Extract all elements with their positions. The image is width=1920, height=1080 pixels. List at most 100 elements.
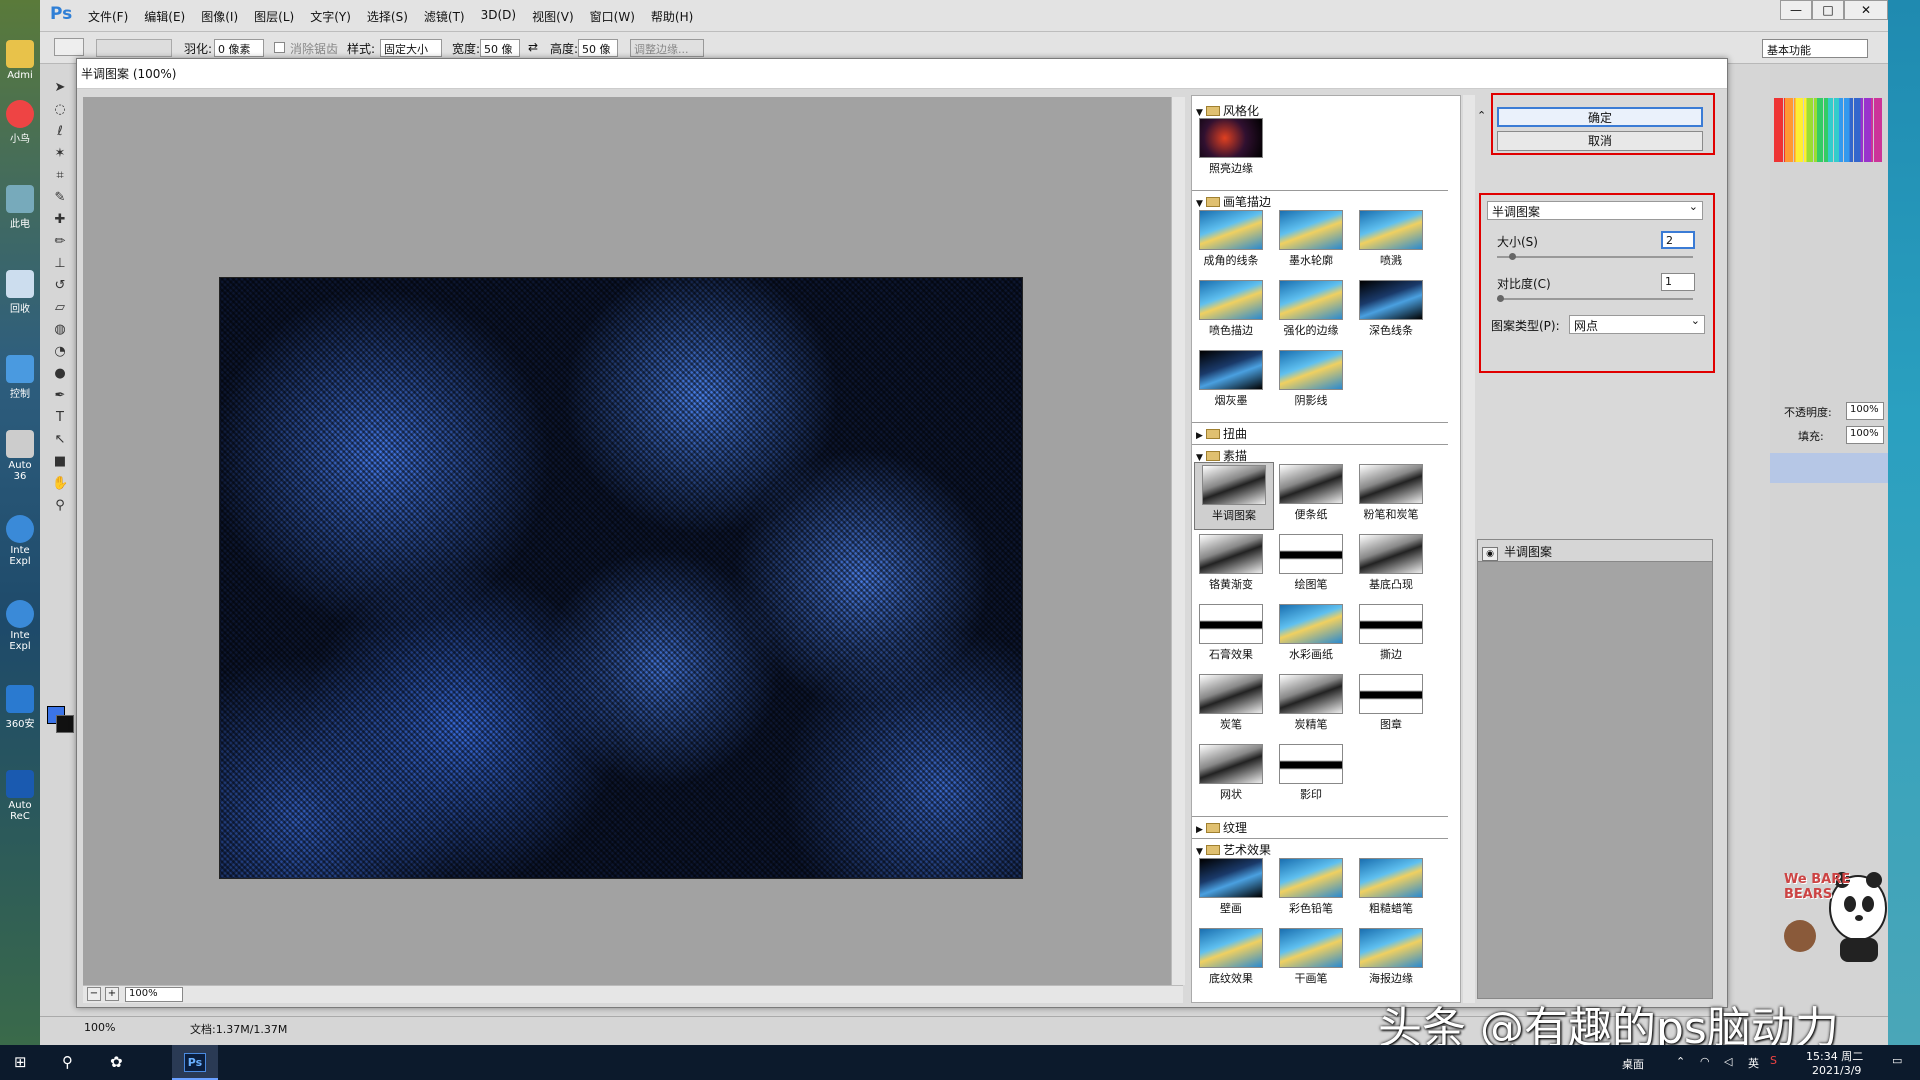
close-button[interactable]: ✕ — [1844, 0, 1888, 20]
category-stylize[interactable]: ▼ 风格化 — [1192, 100, 1448, 118]
crop-tool-icon[interactable]: ⌗ — [52, 168, 68, 184]
filter-thumb[interactable]: 炭笔 — [1198, 674, 1264, 732]
filter-thumb[interactable]: 干画笔 — [1278, 928, 1344, 986]
history-brush-icon[interactable]: ↺ — [52, 278, 68, 294]
feather-input[interactable]: 0 像素 — [214, 39, 264, 57]
desktop-icon-360[interactable]: 360安 — [4, 685, 36, 730]
menu-filter[interactable]: 滤镜(T) — [424, 8, 465, 25]
category-brush-strokes[interactable]: ▼ 画笔描边 — [1192, 190, 1448, 209]
desktop-icon-control[interactable]: 控制 — [4, 355, 36, 400]
filter-thumb[interactable]: 强化的边缘 — [1278, 280, 1344, 338]
eraser-tool-icon[interactable]: ▱ — [52, 300, 68, 316]
filter-thumb[interactable]: 壁画 — [1198, 858, 1264, 916]
filter-thumb[interactable]: 深色线条 — [1358, 280, 1424, 338]
filter-thumb[interactable]: 海报边缘 — [1358, 928, 1424, 986]
menu-window[interactable]: 窗口(W) — [590, 8, 635, 25]
filter-thumb[interactable]: 底纹效果 — [1198, 928, 1264, 986]
zoom-level-select[interactable]: 100% — [125, 987, 183, 1002]
background-color-swatch[interactable] — [56, 715, 74, 733]
filter-thumb[interactable]: 阴影线 — [1278, 350, 1344, 408]
blur-tool-icon[interactable]: ◔ — [52, 344, 68, 360]
filter-thumb[interactable]: 粗糙蜡笔 — [1358, 858, 1424, 916]
selection-mode-buttons[interactable] — [96, 39, 172, 57]
healing-brush-icon[interactable]: ✚ — [52, 212, 68, 228]
search-icon[interactable]: ⚲ — [62, 1053, 73, 1071]
cancel-button[interactable]: 取消 — [1497, 131, 1703, 151]
dodge-tool-icon[interactable]: ● — [52, 366, 68, 382]
filter-thumb[interactable]: 便条纸 — [1278, 464, 1344, 522]
maximize-button[interactable]: □ — [1812, 0, 1844, 20]
size-input[interactable]: 2 — [1661, 231, 1695, 249]
desktop-icon-admin[interactable]: Admi — [4, 40, 36, 81]
eye-icon[interactable]: ◉ — [1482, 547, 1498, 561]
menu-edit[interactable]: 编辑(E) — [144, 8, 185, 25]
shape-tool-icon[interactable]: ■ — [52, 454, 68, 470]
collapse-chevron-icon[interactable]: ⌃ — [1477, 109, 1486, 122]
filter-thumb[interactable]: 基底凸现 — [1358, 534, 1424, 592]
menu-file[interactable]: 文件(F) — [88, 8, 128, 25]
filter-thumb[interactable]: 撕边 — [1358, 604, 1424, 662]
start-icon[interactable]: ⊞ — [14, 1053, 27, 1071]
contrast-input[interactable]: 1 — [1661, 273, 1695, 291]
filter-thumb[interactable]: 墨水轮廓 — [1278, 210, 1344, 268]
desktop-icon-recycle[interactable]: 回收 — [4, 270, 36, 315]
contrast-slider-thumb[interactable] — [1497, 295, 1504, 302]
desktop-icon-computer[interactable]: 此电 — [4, 185, 36, 230]
eyedropper-icon[interactable]: ✎ — [52, 190, 68, 206]
magic-wand-icon[interactable]: ✶ — [52, 146, 68, 162]
preview-vertical-scrollbar[interactable] — [1171, 97, 1185, 985]
size-slider[interactable] — [1497, 256, 1693, 258]
filter-thumb[interactable]: 水彩画纸 — [1278, 604, 1344, 662]
clock-time[interactable]: 15:34 周二 — [1806, 1048, 1863, 1064]
style-select[interactable]: 固定大小 — [380, 39, 442, 57]
brush-tool-icon[interactable]: ✏ — [52, 234, 68, 250]
filter-thumb[interactable]: 照亮边缘 — [1198, 118, 1264, 176]
menu-image[interactable]: 图像(I) — [201, 8, 238, 25]
filter-browser-scrollbar[interactable] — [1463, 95, 1475, 1003]
bucket-tool-icon[interactable]: ◍ — [52, 322, 68, 338]
filter-thumb[interactable]: 铬黄渐变 — [1198, 534, 1264, 592]
filter-thumb[interactable]: 喷溅 — [1358, 210, 1424, 268]
filter-type-select[interactable]: 半调图案 — [1487, 200, 1703, 220]
desktop-icon-bird[interactable]: 小鸟 — [4, 100, 36, 145]
filter-thumb[interactable]: 烟灰墨 — [1198, 350, 1264, 408]
filter-thumb[interactable]: 影印 — [1278, 744, 1344, 802]
menu-help[interactable]: 帮助(H) — [651, 8, 693, 25]
preview-area[interactable] — [83, 97, 1183, 985]
type-tool-icon[interactable]: T — [52, 410, 68, 426]
path-select-icon[interactable]: ↖ — [52, 432, 68, 448]
minimize-button[interactable]: — — [1780, 0, 1812, 20]
filter-thumb[interactable]: 彩色铅笔 — [1278, 858, 1344, 916]
fill-input[interactable]: 100% — [1846, 426, 1884, 444]
filter-thumb[interactable]: 粉笔和炭笔 — [1358, 464, 1424, 522]
zoom-tool-icon[interactable]: ⚲ — [52, 498, 68, 514]
antialias-checkbox[interactable] — [274, 42, 285, 53]
marquee-tool-icon[interactable]: ◌ — [52, 102, 68, 118]
hand-tool-icon[interactable]: ✋ — [52, 476, 68, 492]
effect-layer-row[interactable]: ◉ 半调图案 — [1478, 540, 1712, 562]
filter-thumb-selected[interactable]: 半调图案 — [1194, 462, 1274, 530]
menu-view[interactable]: 视图(V) — [532, 8, 574, 25]
desktop-icon-auto36[interactable]: Auto 36 — [4, 430, 36, 482]
filter-thumb[interactable]: 喷色描边 — [1198, 280, 1264, 338]
height-input[interactable]: 50 像素 — [578, 39, 618, 72]
contrast-slider[interactable] — [1497, 298, 1693, 300]
swap-icon[interactable]: ⇄ — [528, 40, 538, 54]
clock-date[interactable]: 2021/3/9 — [1812, 1064, 1861, 1077]
filter-thumb[interactable]: 炭精笔 — [1278, 674, 1344, 732]
swatches-panel[interactable] — [1774, 98, 1882, 162]
category-texture[interactable]: ▶ 纹理 — [1192, 816, 1448, 835]
taskbar-photoshop[interactable]: Ps — [172, 1045, 218, 1080]
menu-type[interactable]: 文字(Y) — [310, 8, 351, 25]
filter-thumb[interactable]: 网状 — [1198, 744, 1264, 802]
category-distort[interactable]: ▶ 扭曲 — [1192, 422, 1448, 441]
ime-indicator[interactable]: 英 — [1748, 1055, 1759, 1071]
selected-layer-row[interactable] — [1770, 453, 1888, 483]
menu-3d[interactable]: 3D(D) — [481, 8, 516, 25]
desktop-icon-ie1[interactable]: Inte Expl — [4, 515, 36, 567]
move-tool-icon[interactable]: ➤ — [52, 80, 68, 96]
zoom-out-button[interactable]: − — [87, 987, 101, 1001]
antivirus-icon[interactable]: S — [1770, 1054, 1777, 1067]
filter-thumb[interactable]: 绘图笔 — [1278, 534, 1344, 592]
lasso-tool-icon[interactable]: ℓ — [52, 124, 68, 140]
